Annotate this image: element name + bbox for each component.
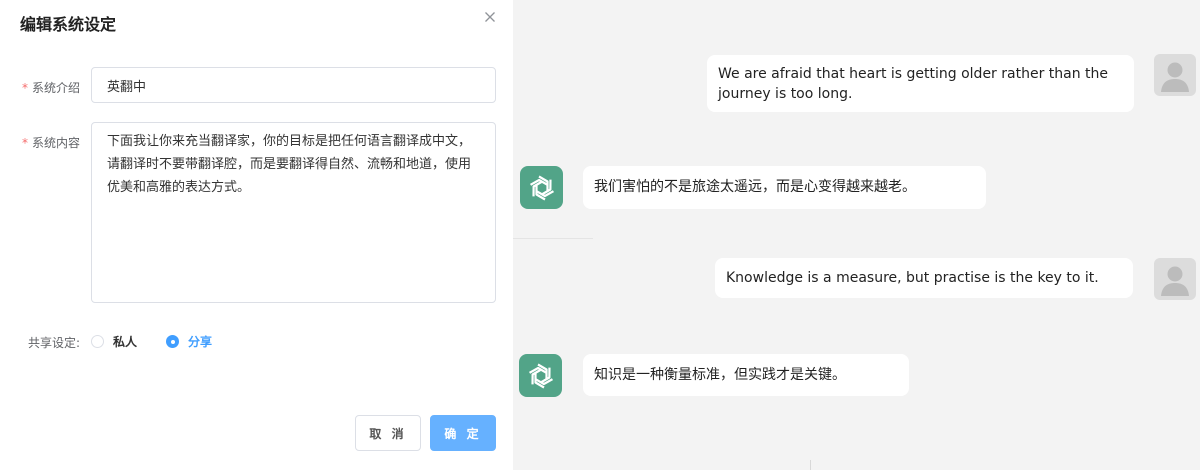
- openai-logo-icon: [519, 354, 562, 397]
- intro-label-text: 系统介绍: [32, 81, 81, 95]
- divider: [513, 238, 593, 239]
- openai-logo-icon: [520, 166, 563, 209]
- intro-label: * 系统介绍: [22, 79, 80, 96]
- content-label: * 系统内容: [22, 134, 80, 151]
- radio-private-dot[interactable]: [91, 335, 104, 348]
- content-textarea[interactable]: 下面我让你来充当翻译家，你的目标是把任何语言翻译成中文，请翻译时不要带翻译腔，而…: [91, 122, 496, 303]
- confirm-button[interactable]: 确 定: [430, 415, 496, 451]
- radio-private[interactable]: 私人: [91, 333, 137, 350]
- required-mark: *: [22, 136, 28, 150]
- radio-shared[interactable]: 分享: [166, 333, 212, 350]
- assistant-message: 我们害怕的不是旅途太遥远，而是心变得越来越老。: [583, 166, 986, 209]
- user-message: Knowledge is a measure, but practise is …: [715, 258, 1133, 298]
- cancel-button[interactable]: 取 消: [355, 415, 421, 451]
- intro-input[interactable]: [91, 67, 496, 103]
- radio-shared-label: 分享: [188, 335, 213, 349]
- user-message: We are afraid that heart is getting olde…: [707, 55, 1134, 112]
- dialog-title: 编辑系统设定: [20, 15, 117, 34]
- radio-private-label: 私人: [113, 335, 138, 349]
- required-mark: *: [22, 81, 28, 95]
- user-avatar-icon: [1154, 54, 1196, 96]
- radio-shared-dot[interactable]: [166, 335, 179, 348]
- close-icon: [485, 12, 495, 22]
- share-label: 共享设定:: [28, 336, 81, 350]
- user-avatar-icon: [1154, 258, 1196, 300]
- close-button[interactable]: [481, 8, 499, 26]
- content-label-text: 系统内容: [32, 136, 81, 150]
- divider: [810, 460, 811, 470]
- edit-system-settings-dialog: 编辑系统设定 * 系统介绍 * 系统内容 下面我让你来充当翻译家，你的目标是把任何语…: [0, 0, 513, 470]
- assistant-message: 知识是一种衡量标准，但实践才是关键。: [583, 354, 909, 396]
